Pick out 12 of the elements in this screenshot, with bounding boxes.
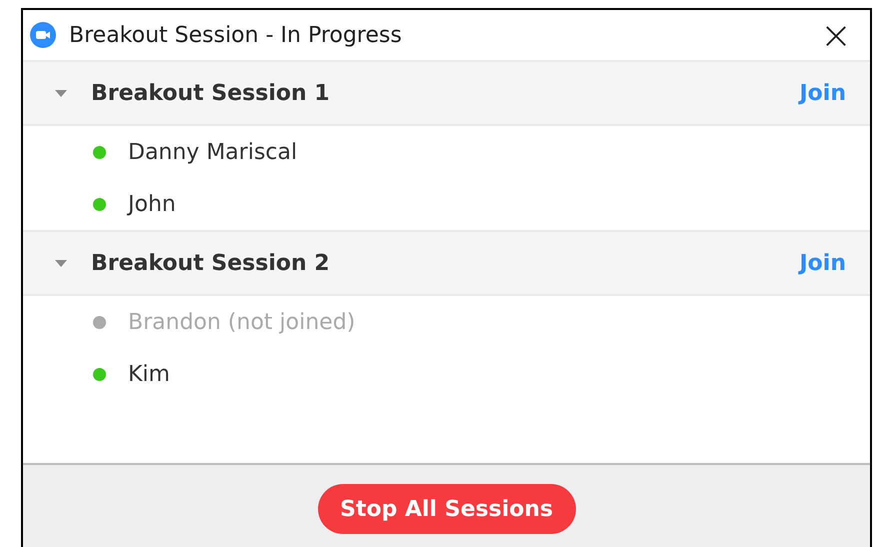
session-header[interactable]: Breakout Session 1 Join xyxy=(23,62,870,126)
session-name: Breakout Session 1 xyxy=(91,80,331,106)
participant-name: Brandon (not joined) xyxy=(128,310,356,334)
participant-name: Kim xyxy=(128,362,170,386)
session-name: Breakout Session 2 xyxy=(91,250,331,276)
participant-name: Danny Mariscal xyxy=(128,140,298,164)
video-camera-icon xyxy=(30,22,56,48)
window-title: Breakout Session - In Progress xyxy=(69,22,403,48)
close-button[interactable]: × xyxy=(820,16,852,54)
session-header[interactable]: Breakout Session 2 Join xyxy=(23,230,870,296)
stop-all-button[interactable]: Stop All Sessions xyxy=(318,484,576,534)
participant-name: John xyxy=(128,192,176,216)
